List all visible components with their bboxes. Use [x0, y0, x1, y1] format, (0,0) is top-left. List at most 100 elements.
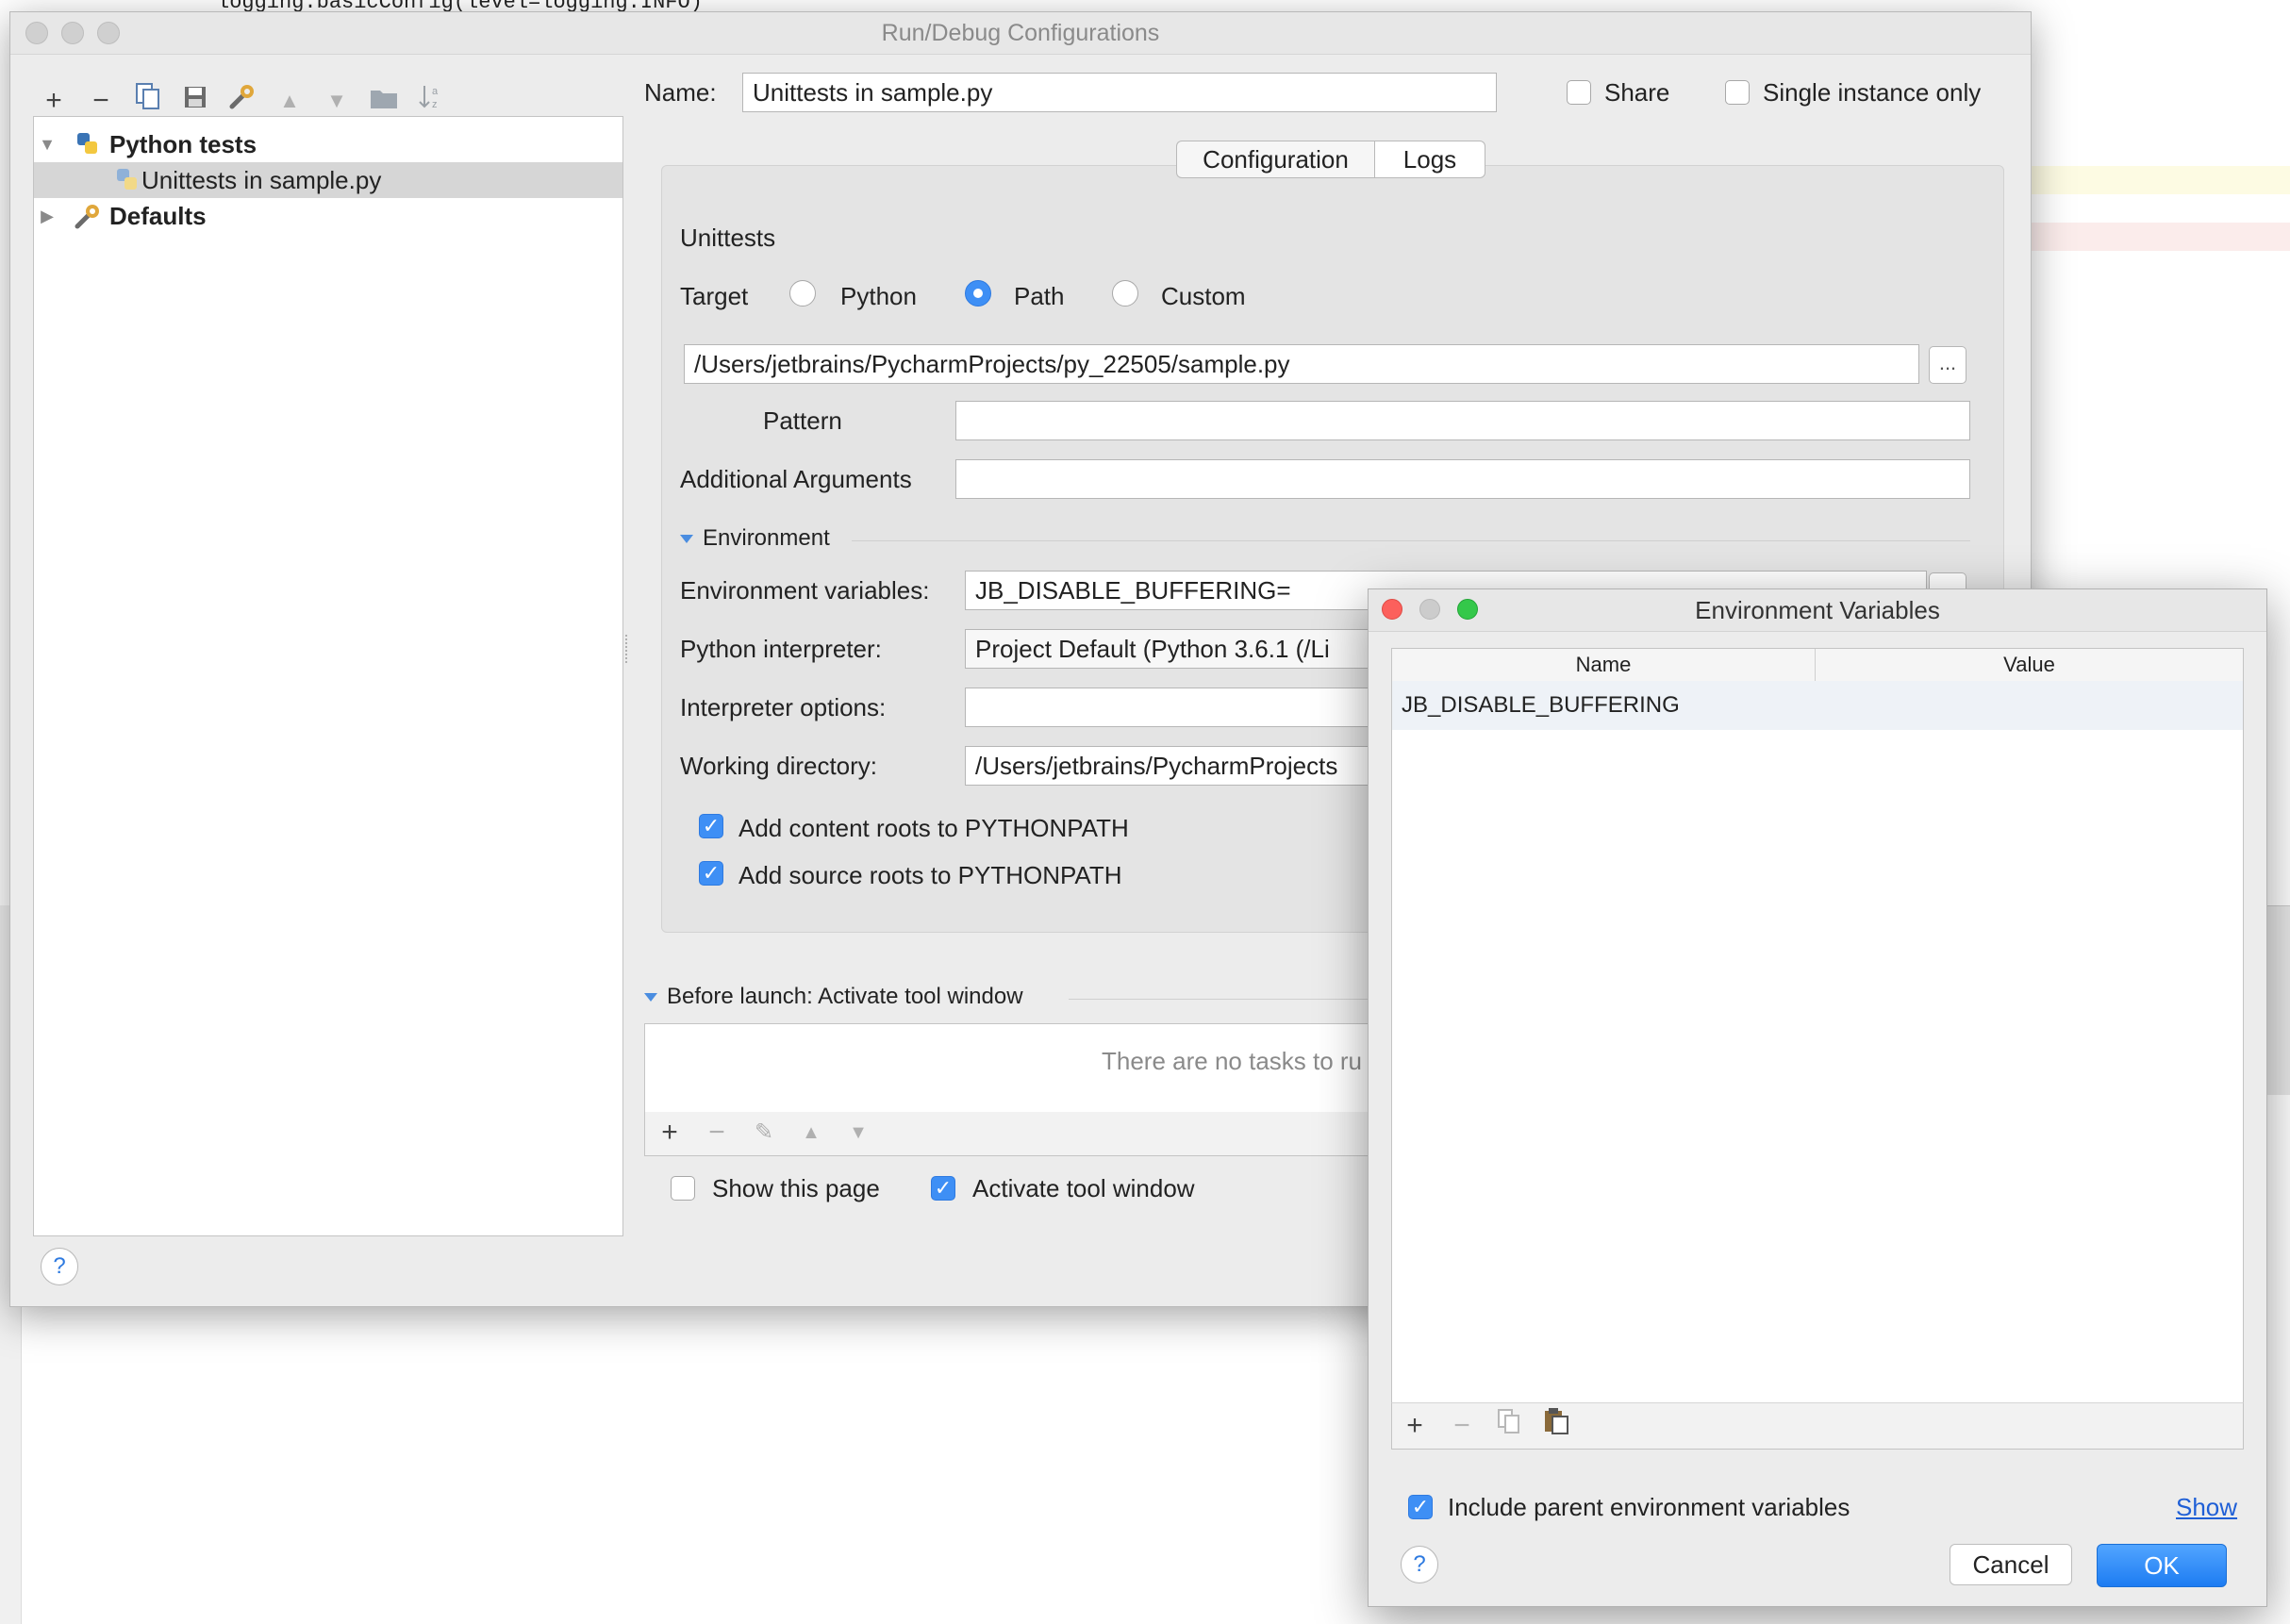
- configuration-tree: ▼ Python tests Unittests in sample.py ▶ …: [33, 116, 623, 1236]
- editor-highlight-stripe: [2030, 166, 2290, 194]
- tree-item-label: Unittests in sample.py: [141, 166, 382, 194]
- add-task-button[interactable]: +: [651, 1114, 689, 1152]
- edit-defaults-button[interactable]: [224, 82, 261, 120]
- python-icon: [77, 133, 97, 154]
- collapse-before-launch-icon[interactable]: [644, 993, 657, 1002]
- chevron-right-icon[interactable]: ▶: [38, 207, 57, 225]
- tab-logs[interactable]: Logs: [1374, 141, 1485, 178]
- add-env-variable-button[interactable]: +: [1396, 1407, 1434, 1445]
- move-task-down-button[interactable]: ▼: [839, 1114, 877, 1152]
- working-directory-label: Working directory:: [680, 752, 878, 780]
- paste-env-variable-button[interactable]: [1537, 1407, 1575, 1445]
- sort-configurations-button[interactable]: az: [412, 82, 450, 120]
- name-label: Name:: [644, 78, 717, 107]
- target-python-label: Python: [840, 282, 917, 310]
- environment-header: Environment: [703, 525, 830, 551]
- activate-tool-window-checkbox[interactable]: ✓: [931, 1176, 955, 1201]
- python-test-icon: [117, 169, 137, 190]
- svg-text:a: a: [432, 86, 439, 97]
- create-folder-button[interactable]: [365, 82, 403, 120]
- target-custom-radio[interactable]: [1112, 280, 1138, 307]
- tree-item-label: Defaults: [109, 202, 207, 230]
- add-configuration-button[interactable]: +: [35, 82, 73, 120]
- remove-env-variable-button[interactable]: −: [1443, 1407, 1481, 1445]
- python-interpreter-label: Python interpreter:: [680, 635, 882, 663]
- remove-configuration-button[interactable]: −: [82, 82, 120, 120]
- browse-path-button[interactable]: ...: [1929, 346, 1966, 384]
- share-label: Share: [1604, 78, 1670, 107]
- folder-icon: [371, 91, 397, 108]
- additional-arguments-field[interactable]: [955, 459, 1970, 499]
- target-label: Target: [680, 282, 749, 310]
- env-table-toolbar: + −: [1391, 1402, 2244, 1450]
- wrench-icon: [229, 85, 254, 109]
- tab-configuration[interactable]: Configuration: [1176, 141, 1374, 178]
- ok-button[interactable]: OK: [2097, 1544, 2227, 1587]
- include-parent-env-checkbox[interactable]: ✓: [1408, 1495, 1433, 1519]
- table-row[interactable]: JB_DISABLE_BUFFERING: [1392, 681, 2243, 730]
- include-parent-env-label: Include parent environment variables: [1448, 1493, 1850, 1521]
- cancel-button[interactable]: Cancel: [1950, 1544, 2072, 1585]
- tree-item-unittests[interactable]: Unittests in sample.py: [34, 162, 622, 198]
- wrench-icon: [75, 205, 99, 229]
- interpreter-options-label: Interpreter options:: [680, 693, 887, 721]
- single-instance-label: Single instance only: [1763, 78, 1982, 107]
- target-custom-label: Custom: [1161, 282, 1246, 310]
- target-python-radio[interactable]: [789, 280, 816, 307]
- move-down-button[interactable]: ▼: [318, 82, 356, 120]
- add-content-roots-label: Add content roots to PYTHONPATH: [738, 814, 1129, 842]
- env-variables-label: Environment variables:: [680, 576, 930, 605]
- tree-item-python-tests[interactable]: ▼ Python tests: [34, 126, 622, 162]
- env-variables-table: Name Value JB_DISABLE_BUFFERING: [1391, 648, 2244, 1404]
- column-header-value[interactable]: Value: [1816, 649, 2243, 681]
- additional-arguments-label: Additional Arguments: [680, 465, 912, 493]
- target-path-label: Path: [1014, 282, 1065, 310]
- activate-tool-window-label: Activate tool window: [972, 1174, 1195, 1202]
- save-configuration-button[interactable]: [176, 82, 214, 120]
- no-tasks-text: There are no tasks to ru: [1102, 1047, 1363, 1075]
- target-path-radio[interactable]: [965, 280, 991, 307]
- copy-configuration-button[interactable]: [129, 82, 167, 120]
- tree-item-label: Python tests: [109, 130, 257, 158]
- tree-item-defaults[interactable]: ▶ Defaults: [34, 198, 622, 234]
- chevron-down-icon[interactable]: ▼: [38, 135, 57, 154]
- move-up-button[interactable]: ▲: [271, 82, 308, 120]
- add-source-roots-label: Add source roots to PYTHONPATH: [738, 861, 1122, 889]
- show-this-page-label: Show this page: [712, 1174, 880, 1202]
- editor-error-stripe: [2030, 223, 2290, 251]
- pattern-label: Pattern: [763, 406, 842, 435]
- copy-icon: [136, 83, 159, 109]
- copy-icon: [1498, 1409, 1519, 1433]
- show-this-page-checkbox[interactable]: [671, 1176, 695, 1201]
- dialog-title: Environment Variables: [1695, 596, 1940, 624]
- name-field[interactable]: Unittests in sample.py: [742, 73, 1497, 112]
- env-var-name-cell[interactable]: JB_DISABLE_BUFFERING: [1402, 681, 1680, 730]
- pattern-field[interactable]: [955, 401, 1970, 440]
- single-instance-checkbox[interactable]: [1725, 80, 1750, 105]
- help-button[interactable]: ?: [41, 1248, 78, 1285]
- move-task-up-button[interactable]: ▲: [792, 1114, 830, 1152]
- table-header: Name Value: [1392, 649, 2243, 682]
- splitter-handle[interactable]: [625, 635, 633, 663]
- paste-icon: [1545, 1408, 1568, 1434]
- svg-text:z: z: [432, 99, 438, 110]
- dialog-title: Run/Debug Configurations: [881, 20, 1160, 46]
- help-button[interactable]: ?: [1401, 1546, 1438, 1583]
- add-content-roots-checkbox[interactable]: ✓: [699, 814, 723, 838]
- environment-variables-dialog: Environment Variables Name Value JB_DISA…: [1368, 588, 2267, 1607]
- remove-task-button[interactable]: −: [698, 1114, 736, 1152]
- column-header-name[interactable]: Name: [1392, 649, 1816, 681]
- script-path-field[interactable]: /Users/jetbrains/PycharmProjects/py_2250…: [684, 344, 1919, 384]
- copy-env-variable-button[interactable]: [1490, 1407, 1528, 1445]
- show-parent-env-link[interactable]: Show: [2176, 1493, 2237, 1522]
- environment-separator: [852, 540, 1970, 541]
- share-checkbox[interactable]: [1567, 80, 1591, 105]
- edit-task-button[interactable]: ✎: [745, 1114, 783, 1152]
- collapse-environment-icon[interactable]: [680, 535, 693, 543]
- dialog-titlebar: Environment Variables: [1369, 589, 2266, 632]
- before-launch-header: Before launch: Activate tool window: [667, 984, 1023, 1009]
- section-title: Unittests: [680, 224, 776, 252]
- dialog-titlebar: Run/Debug Configurations: [10, 12, 2031, 55]
- sort-icon: az: [419, 86, 439, 110]
- add-source-roots-checkbox[interactable]: ✓: [699, 861, 723, 886]
